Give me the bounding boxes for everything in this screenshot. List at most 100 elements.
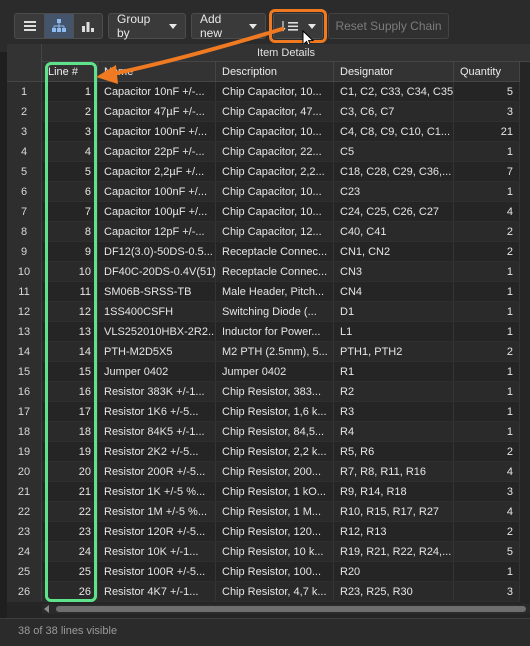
name-cell: SM06B-SRSS-TB bbox=[98, 282, 216, 301]
table-row[interactable]: 19 19 Resistor 2K2 +/-5... Chip Resistor, 2… bbox=[7, 442, 520, 462]
table-row[interactable]: 8 8 Capacitor 12pF +/-... Chip Capacitor, 1… bbox=[7, 222, 520, 242]
designator-cell: CN3 bbox=[334, 262, 454, 281]
list-view-button[interactable] bbox=[15, 14, 44, 38]
line-number-cell: 16 bbox=[42, 382, 98, 401]
tree-view-icon bbox=[52, 19, 66, 32]
description-cell: Chip Resistor, 120... bbox=[216, 522, 334, 541]
description-cell: M2 PTH (2.5mm), 5... bbox=[216, 342, 334, 361]
quantity-cell: 4 bbox=[454, 202, 520, 221]
name-cell: Resistor 383K +/-1... bbox=[98, 382, 216, 401]
line-number-cell: 14 bbox=[42, 342, 98, 361]
row-number: 21 bbox=[7, 482, 42, 501]
sort-button-highlight bbox=[269, 9, 327, 43]
line-number-cell: 17 bbox=[42, 402, 98, 421]
lines-visible-status: 38 of 38 lines visible bbox=[18, 625, 118, 637]
table-row[interactable]: 24 24 Resistor 10K +/-1... Chip Resistor, 1… bbox=[7, 542, 520, 562]
quantity-cell: 3 bbox=[454, 482, 520, 501]
designator-cell: C3, C6, C7 bbox=[334, 102, 454, 121]
table-row[interactable]: 23 23 Resistor 120R +/-5... Chip Resistor, … bbox=[7, 522, 520, 542]
row-number: 13 bbox=[7, 322, 42, 341]
row-number: 17 bbox=[7, 402, 42, 421]
designator-cell: C40, C41 bbox=[334, 222, 454, 241]
table-row[interactable]: 3 3 Capacitor 100nF +/... Chip Capacitor, 1… bbox=[7, 122, 520, 142]
description-cell: Chip Capacitor, 10... bbox=[216, 122, 334, 141]
table-row[interactable]: 11 11 SM06B-SRSS-TB Male Header, Pitch... CN… bbox=[7, 282, 520, 302]
horizontal-scrollbar[interactable] bbox=[42, 604, 530, 614]
scroll-left-icon[interactable] bbox=[44, 605, 49, 613]
table-row[interactable]: 6 6 Capacitor 100nF +/... Chip Capacitor, 1… bbox=[7, 182, 520, 202]
column-header-designator[interactable]: Designator bbox=[334, 62, 454, 82]
table-row[interactable]: 7 7 Capacitor 100µF +/... Chip Capacitor, 1… bbox=[7, 202, 520, 222]
table-row[interactable]: 16 16 Resistor 383K +/-1... Chip Resistor, … bbox=[7, 382, 520, 402]
designator-cell: R4 bbox=[334, 422, 454, 441]
table-row[interactable]: 10 10 DF40C-20DS-0.4V(51) Receptacle Connec… bbox=[7, 262, 520, 282]
row-number: 26 bbox=[7, 582, 42, 601]
table-row[interactable]: 21 21 Resistor 1K +/-5 %... Chip Resistor, … bbox=[7, 482, 520, 502]
quantity-cell: 1 bbox=[454, 382, 520, 401]
description-cell: Chip Resistor, 4,7 k... bbox=[216, 582, 334, 601]
table-row[interactable]: 26 26 Resistor 4K7 +/-1... Chip Resistor, 4… bbox=[7, 582, 520, 602]
row-number: 19 bbox=[7, 442, 42, 461]
table-row[interactable]: 17 17 Resistor 1K6 +/-5... Chip Resistor, 1… bbox=[7, 402, 520, 422]
description-cell: Male Header, Pitch... bbox=[216, 282, 334, 301]
designator-cell: L1 bbox=[334, 322, 454, 341]
table-row[interactable]: 18 18 Resistor 84K5 +/-1... Chip Resistor, … bbox=[7, 422, 520, 442]
quantity-cell: 1 bbox=[454, 422, 520, 441]
quantity-cell: 1 bbox=[454, 322, 520, 341]
column-header-quantity[interactable]: Quantity bbox=[454, 62, 520, 82]
table-row[interactable]: 13 13 VLS252010HBX-2R2... Inductor for Powe… bbox=[7, 322, 520, 342]
table-row[interactable]: 25 25 Resistor 100R +/-5... Chip Resistor, … bbox=[7, 562, 520, 582]
add-new-dropdown[interactable]: Add new bbox=[191, 12, 266, 40]
row-number: 22 bbox=[7, 502, 42, 521]
designator-cell: CN1, CN2 bbox=[334, 242, 454, 261]
table-row[interactable]: 12 12 1SS400CSFH Switching Diode (... D1 1 bbox=[7, 302, 520, 322]
line-number-cell: 26 bbox=[42, 582, 98, 601]
add-new-label: Add new bbox=[200, 12, 223, 40]
group-by-dropdown[interactable]: Group by bbox=[108, 12, 186, 40]
line-number-cell: 3 bbox=[42, 122, 98, 141]
row-number: 20 bbox=[7, 462, 42, 481]
chevron-down-icon bbox=[249, 23, 257, 29]
quantity-cell: 2 bbox=[454, 522, 520, 541]
description-cell: Chip Resistor, 1,6 k... bbox=[216, 402, 334, 421]
name-cell: Capacitor 100µF +/... bbox=[98, 202, 216, 221]
scrollbar-thumb[interactable] bbox=[56, 606, 526, 612]
designator-cell: PTH1, PTH2 bbox=[334, 342, 454, 361]
designator-cell: R9, R14, R18 bbox=[334, 482, 454, 501]
description-cell: Chip Capacitor, 47... bbox=[216, 102, 334, 121]
table-row[interactable]: 5 5 Capacitor 2,2µF +/... Chip Capacitor, 2… bbox=[7, 162, 520, 182]
description-cell: Chip Capacitor, 10... bbox=[216, 82, 334, 101]
name-cell: Resistor 1K6 +/-5... bbox=[98, 402, 216, 421]
column-header-description[interactable]: Description bbox=[216, 62, 334, 82]
line-number-cell: 22 bbox=[42, 502, 98, 521]
column-header-line[interactable]: Line # bbox=[42, 62, 98, 82]
chart-view-button[interactable] bbox=[73, 14, 102, 38]
designator-cell: R23, R25, R30 bbox=[334, 582, 454, 601]
row-number: 4 bbox=[7, 142, 42, 161]
name-cell: Capacitor 47µF +/-... bbox=[98, 102, 216, 121]
table-row[interactable]: 4 4 Capacitor 22pF +/-... Chip Capacitor, 2… bbox=[7, 142, 520, 162]
table-row[interactable]: 22 22 Resistor 1M +/-5 %... Chip Resistor, … bbox=[7, 502, 520, 522]
table-row[interactable]: 14 14 PTH-M2D5X5 M2 PTH (2.5mm), 5... PTH1, … bbox=[7, 342, 520, 362]
reset-supply-chain-button[interactable]: Reset Supply Chain bbox=[328, 13, 449, 39]
name-cell: DF40C-20DS-0.4V(51) bbox=[98, 262, 216, 281]
designator-cell: C24, C25, C26, C27 bbox=[334, 202, 454, 221]
table-row[interactable]: 2 2 Capacitor 47µF +/-... Chip Capacitor, 4… bbox=[7, 102, 520, 122]
description-cell: Chip Resistor, 84,5... bbox=[216, 422, 334, 441]
table-row[interactable]: 15 15 Jumper 0402 Jumper 0402 R1 1 bbox=[7, 362, 520, 382]
description-cell: Chip Capacitor, 10... bbox=[216, 202, 334, 221]
table-row[interactable]: 20 20 Resistor 200R +/-5... Chip Resistor, … bbox=[7, 462, 520, 482]
line-number-cell: 1 bbox=[42, 82, 98, 101]
status-bar: 38 of 38 lines visible bbox=[0, 618, 530, 646]
description-cell: Chip Capacitor, 2,2... bbox=[216, 162, 334, 181]
description-cell: Receptacle Connec... bbox=[216, 262, 334, 281]
designator-cell: R2 bbox=[334, 382, 454, 401]
column-header-name[interactable]: Name bbox=[98, 62, 216, 82]
row-number: 24 bbox=[7, 542, 42, 561]
name-cell: DF12(3.0)-50DS-0.5... bbox=[98, 242, 216, 261]
row-number: 16 bbox=[7, 382, 42, 401]
tree-view-button[interactable] bbox=[44, 14, 73, 38]
table-row[interactable]: 9 9 DF12(3.0)-50DS-0.5... Receptacle Connec… bbox=[7, 242, 520, 262]
line-number-cell: 13 bbox=[42, 322, 98, 341]
table-row[interactable]: 1 1 Capacitor 10nF +/-... Chip Capacitor, 1… bbox=[7, 82, 520, 102]
